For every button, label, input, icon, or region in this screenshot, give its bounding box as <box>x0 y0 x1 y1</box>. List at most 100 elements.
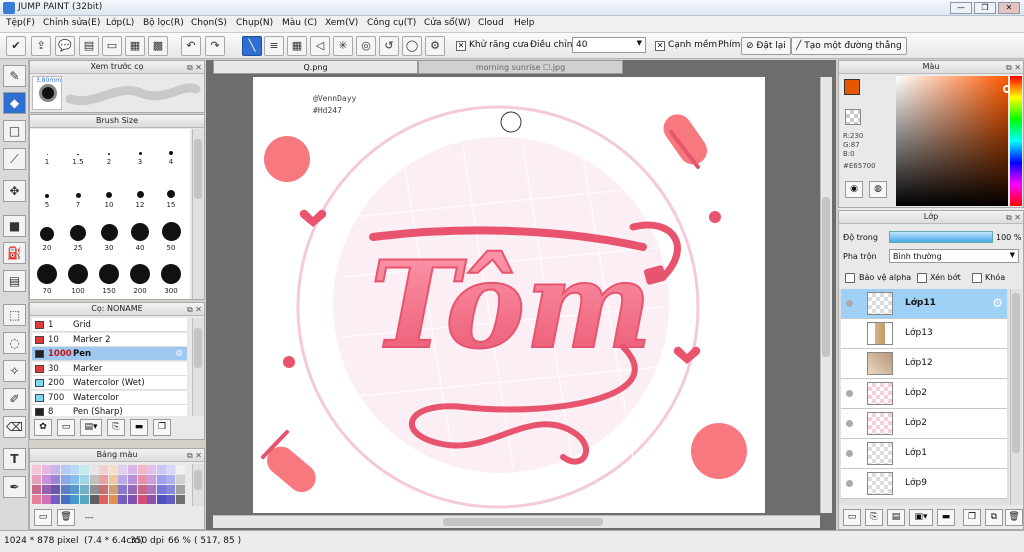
layer-scrollbar[interactable] <box>1010 289 1022 505</box>
clip-checkbox[interactable] <box>917 273 927 283</box>
palette-swatch[interactable] <box>118 495 128 504</box>
palette-swatch[interactable] <box>166 475 176 484</box>
palette-swatch[interactable] <box>89 485 99 494</box>
brush-size-cell[interactable]: 40 <box>125 221 155 252</box>
panel-close-icon[interactable]: ⧉ ✕ <box>1006 62 1021 74</box>
brush-copy-icon[interactable]: ⎘ <box>107 419 125 436</box>
palette-swatch[interactable] <box>128 495 137 504</box>
palette-swatch[interactable] <box>41 485 51 494</box>
protect-alpha-checkbox[interactable] <box>845 273 855 283</box>
undo-icon[interactable]: ↶ <box>181 36 201 56</box>
layer-duplicate-icon[interactable]: ❐ <box>963 509 981 526</box>
palette-swatch[interactable] <box>89 475 99 484</box>
palette-swatches[interactable] <box>32 465 187 505</box>
magic-wand-tool-icon[interactable]: ✧ <box>3 360 26 382</box>
palette-swatch[interactable] <box>51 495 61 504</box>
color-sv-square[interactable] <box>896 76 1011 206</box>
palette-swatch[interactable] <box>147 465 157 474</box>
foreground-color-swatch[interactable] <box>844 79 860 95</box>
menu-capture[interactable]: Chụp(N) <box>236 18 273 28</box>
panel-close-icon[interactable]: ⧉ ✕ <box>187 450 202 462</box>
palette-swatch[interactable] <box>156 485 166 494</box>
snap-off-icon[interactable]: ╲ <box>242 36 262 56</box>
straight-line-button[interactable]: ╱ Tạo một đường thẳng <box>791 37 907 55</box>
brush-size-cell[interactable]: 1 <box>32 135 62 166</box>
palette-swatch[interactable] <box>51 475 61 484</box>
layer-row[interactable]: Lớp13 <box>841 319 1007 349</box>
snap-parallel-icon[interactable]: ≡ <box>264 36 284 56</box>
layer-row[interactable]: Lớp2 <box>841 379 1007 409</box>
palette-swatch[interactable] <box>108 465 118 474</box>
snap-grid-icon[interactable]: ▦ <box>287 36 307 56</box>
scroll-thumb[interactable] <box>194 470 202 490</box>
palette-swatch[interactable] <box>176 475 185 484</box>
palette-swatch[interactable] <box>80 495 89 504</box>
palette-swatch[interactable] <box>70 495 80 504</box>
palette-swatch[interactable] <box>32 465 41 474</box>
palette-swatch[interactable] <box>99 465 109 474</box>
palette-swatch[interactable] <box>70 485 80 494</box>
brush-list-scrollbar[interactable] <box>192 318 204 416</box>
palette-swatch[interactable] <box>147 485 157 494</box>
scroll-thumb[interactable] <box>1012 293 1020 453</box>
menu-help[interactable]: Help <box>514 18 535 28</box>
color-mode-icon[interactable]: ◉ <box>845 181 863 198</box>
palette-swatch[interactable] <box>32 495 41 504</box>
color-picker-icon[interactable]: ◍ <box>869 181 887 198</box>
menu-cloud[interactable]: Cloud <box>478 18 504 28</box>
palette-swatch[interactable] <box>166 465 176 474</box>
brush-menu-icon[interactable]: ▤▾ <box>80 419 102 436</box>
gear-icon[interactable]: ⚙ <box>175 347 183 361</box>
snap-ellipse-icon[interactable]: ◯ <box>402 36 422 56</box>
palette-swatch[interactable] <box>60 475 70 484</box>
snap-perspective-icon[interactable]: ◁ <box>310 36 330 56</box>
palette-swatch[interactable] <box>51 465 61 474</box>
palette-swatch[interactable] <box>32 485 41 494</box>
selection-pen-tool-icon[interactable]: ✐ <box>3 388 26 410</box>
palette-swatch[interactable] <box>137 475 147 484</box>
palette-swatch[interactable] <box>80 475 89 484</box>
menu-color[interactable]: Màu (C) <box>282 18 317 28</box>
palette-swatch[interactable] <box>156 465 166 474</box>
brush-size-cell[interactable]: 3 <box>125 135 155 166</box>
brush-size-cell[interactable]: 5 <box>32 178 62 209</box>
palette-swatch[interactable] <box>176 465 185 474</box>
layer-row[interactable]: Lớp12 <box>841 349 1007 379</box>
brush-tool-icon[interactable]: ✎ <box>3 65 26 87</box>
menu-edit[interactable]: Chỉnh sửa(E) <box>43 18 100 28</box>
snap-circle-icon[interactable]: ◎ <box>356 36 376 56</box>
palette-swatch[interactable] <box>118 475 128 484</box>
canvas-hscroll[interactable] <box>213 515 820 528</box>
comment-icon[interactable]: 💬 <box>55 36 75 56</box>
brush-size-cell[interactable]: 150 <box>94 264 124 295</box>
brush-size-cell[interactable]: 25 <box>63 221 93 252</box>
palette-swatch[interactable] <box>166 485 176 494</box>
brush-size-cell[interactable]: 50 <box>156 221 186 252</box>
eye-icon[interactable] <box>846 300 853 307</box>
palette-swatch[interactable] <box>99 485 109 494</box>
layer-row[interactable]: Lớp11 ⚙ <box>841 289 1007 319</box>
palette-swatch[interactable] <box>137 495 147 504</box>
palette-swatch[interactable] <box>156 495 166 504</box>
scroll-thumb[interactable] <box>194 328 202 368</box>
palette-swatch[interactable] <box>176 495 185 504</box>
panel-close-icon[interactable]: ⧉ ✕ <box>1006 212 1021 224</box>
layer-row[interactable]: Lớp9 <box>841 469 1007 499</box>
eraser-tool-icon[interactable]: ◆ <box>3 92 26 114</box>
palette-swatch[interactable] <box>118 485 128 494</box>
layer-menu-icon[interactable]: ▣▾ <box>909 509 933 526</box>
delete-layer-icon[interactable]: 🗑 <box>1005 509 1023 526</box>
blend-select[interactable]: Bình thường ▼ <box>889 249 1019 263</box>
palette-swatch[interactable] <box>89 495 99 504</box>
brush-size-cell[interactable]: 100 <box>63 264 93 295</box>
layer-row[interactable]: Lớp1 <box>841 439 1007 469</box>
maximize-button[interactable]: ❐ <box>974 2 996 14</box>
gradient-tool-icon[interactable]: ▤ <box>3 270 26 292</box>
palette-swatch[interactable] <box>176 485 185 494</box>
palette-swatch[interactable] <box>156 475 166 484</box>
palette-swatch[interactable] <box>137 465 147 474</box>
brush-list-item[interactable]: 10 Marker 2 <box>32 332 187 347</box>
redo-icon[interactable]: ↷ <box>205 36 225 56</box>
gear-icon[interactable]: ⚙ <box>992 296 1003 310</box>
move-tool-icon[interactable]: ✥ <box>3 180 26 202</box>
